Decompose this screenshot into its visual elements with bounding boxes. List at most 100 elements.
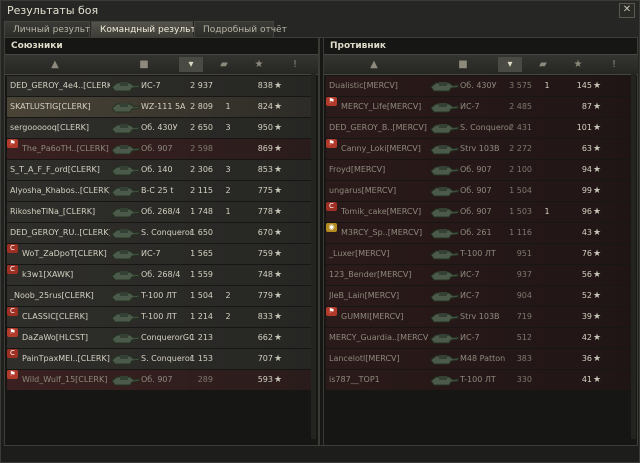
kills-value	[540, 139, 554, 159]
kills-value	[540, 181, 554, 201]
tank-name: Об. 268/4	[141, 270, 181, 279]
table-row[interactable]: S_T_A_F_F_ord[CLERK] Об. 140 2 306 3 853 ★	[7, 160, 316, 180]
enemies-panel: Противник ▲ ■ ▾ ▰ ★ ! Dualistic[MERCV] Об…	[323, 38, 638, 445]
xp-star-icon[interactable]: ★	[566, 57, 590, 72]
kills-value: 2	[225, 291, 231, 300]
tank-name: T-100 ЛТ	[460, 375, 496, 384]
table-row[interactable]: Froyd[MERCV] Об. 907 2 100 94 ★	[326, 160, 636, 180]
xp-star-icon: ★	[593, 228, 602, 238]
damage-value: 1 565	[190, 249, 213, 258]
player-name: MERCY_Guardia..[MERCV]	[329, 333, 429, 342]
damage-icon[interactable]: ▾	[179, 57, 203, 72]
xp-star-icon[interactable]: ★	[247, 57, 271, 72]
xp-star-icon: ★	[274, 312, 283, 322]
tank-icon	[429, 350, 459, 368]
table-row[interactable]: DED_GEROY_RU..[CLERK] S. Conqueror 1 650 67…	[7, 223, 316, 243]
table-row[interactable]: Canny_Loki[MERCV] ⚑ Strv 103B 2 272 63 ★	[326, 139, 636, 159]
kills-icon[interactable]: ▰	[531, 57, 555, 72]
player-icon[interactable]: ▲	[43, 57, 67, 72]
table-row[interactable]: MERCY_Guardia..[MERCV] ИС-7 512 42 ★	[326, 328, 636, 348]
damage-value: 1 559	[190, 270, 213, 279]
table-row[interactable]: DED_GEROY_4e4..[CLERK] ИС-7 2 937 838 ★	[7, 76, 316, 96]
xp-value: 778	[257, 207, 273, 216]
player-icon[interactable]: ▲	[362, 57, 386, 72]
table-row[interactable]: Dualistic[MERCV] Об. 430У 3 575 1 145 ★	[326, 76, 636, 96]
table-row[interactable]: RikosheTiNa_[CLERK] Об. 268/4 1 748 1 778 ★	[7, 202, 316, 222]
status-icon[interactable]: !	[285, 57, 305, 72]
kills-icon[interactable]: ▰	[212, 57, 236, 72]
table-row[interactable]: PainTpaxMEI..[CLERK] C S. Conqueror 1 153 70…	[7, 349, 316, 369]
player-name: DaZaWo[HLCST]	[22, 333, 89, 342]
player-name: DED_GEROY_B..[MERCV]	[329, 123, 427, 132]
player-name: RikosheTiNa_[CLERK]	[10, 207, 96, 216]
table-row[interactable]: WoT_ZaDpoT[CLERK] C ИС-7 1 565 759 ★	[7, 244, 316, 264]
tank-icon[interactable]: ■	[452, 57, 474, 72]
table-row[interactable]: The_Ра6оТН..[CLERK] ⚑ Об. 907 2 598 869 ★	[7, 139, 316, 159]
table-row[interactable]: Wild_Wulf_15[CLERK] ⚑ Об. 907 289 593 ★	[7, 370, 316, 390]
xp-star-icon: ★	[274, 270, 283, 280]
tank-icon	[429, 98, 459, 116]
damage-value: 719	[516, 312, 532, 321]
table-row[interactable]: GUMMI[MERCV] ⚑ Strv 103B 719 39 ★	[326, 307, 636, 327]
tank-name: ИС-7	[460, 102, 480, 111]
table-row[interactable]: DaZaWo[HLCST] ⚑ ConquerorGC 1 213 662 ★	[7, 328, 316, 348]
kills-value	[221, 244, 235, 264]
tank-name: ИС-7	[460, 270, 480, 279]
xp-value: 662	[257, 333, 273, 342]
xp-value: 748	[257, 270, 273, 279]
xp-value: 101	[576, 123, 592, 132]
table-row[interactable]: DED_GEROY_B..[MERCV] S. Conqueror 2 431 101…	[326, 118, 636, 138]
close-button[interactable]: ✕	[619, 3, 635, 18]
tank-icon	[429, 224, 459, 242]
table-row[interactable]: JleB_Lain[MERCV] ИС-7 904 52 ★	[326, 286, 636, 306]
table-row[interactable]: Tomik_cake[MERCV] C Об. 907 1 503 1 96 ★	[326, 202, 636, 222]
tank-name: ИС-7	[460, 291, 480, 300]
kills-value	[221, 328, 235, 348]
table-row[interactable]: 123_Bender[MERCV] ИС-7 937 56 ★	[326, 265, 636, 285]
damage-value: 2 809	[190, 102, 213, 111]
tank-name: Об. 430У	[460, 81, 497, 90]
tank-name: Об. 907	[460, 165, 492, 174]
table-row[interactable]: _Luxer[MERCV] T-100 ЛТ 951 76 ★	[326, 244, 636, 264]
table-row[interactable]: _Noob_25rus[CLERK] T-100 ЛТ 1 504 2 779 ★	[7, 286, 316, 306]
table-row[interactable]: CLASSIC[CLERK] C T-100 ЛТ 1 214 2 833 ★	[7, 307, 316, 327]
tab-team-result[interactable]: Командный результат	[91, 21, 206, 38]
table-row[interactable]: k3w1[XAWK] C Об. 268/4 1 559 748 ★	[7, 265, 316, 285]
allies-scrollbar[interactable]	[311, 74, 316, 439]
player-name: 123_Bender[MERCV]	[329, 270, 412, 279]
kills-value	[540, 286, 554, 306]
tank-name: Strv 103B	[460, 144, 500, 153]
kills-value	[540, 223, 554, 243]
damage-icon[interactable]: ▾	[498, 57, 522, 72]
tank-name: B-C 25 t	[141, 186, 174, 195]
tank-icon	[110, 266, 140, 284]
player-name: sergoooooq[CLERK]	[10, 123, 90, 132]
table-row[interactable]: M3RCY_Sp..[MERCV] ◉ Об. 261 1 116 43 ★	[326, 223, 636, 243]
enemies-title: Противник	[330, 41, 387, 51]
tank-icon	[429, 140, 459, 158]
table-row[interactable]: Lancelotl[MERCV] M48 Patton 383 36 ★	[326, 349, 636, 369]
xp-star-icon: ★	[593, 102, 602, 112]
enemies-scrollbar[interactable]	[631, 74, 636, 439]
battle-results-window: Результаты боя ✕ Личный результат Команд…	[0, 0, 640, 463]
tank-icon[interactable]: ■	[133, 57, 155, 72]
tab-personal-result[interactable]: Личный результат	[4, 21, 101, 38]
damage-value: 512	[516, 333, 532, 342]
clan-flag-icon: ⚑	[326, 139, 337, 148]
tank-icon	[110, 329, 140, 347]
tank-icon	[110, 224, 140, 242]
table-row[interactable]: sergoooooq[CLERK] Об. 430У 2 650 3 950 ★	[7, 118, 316, 138]
clan-flag-icon: ⚑	[7, 370, 18, 379]
status-icon[interactable]: !	[604, 57, 624, 72]
xp-star-icon: ★	[274, 81, 283, 91]
tank-name: Об. 907	[141, 144, 173, 153]
table-row[interactable]: is787__TOP1 T-100 ЛТ 330 41 ★	[326, 370, 636, 390]
tab-detailed-report[interactable]: Подробный отчёт	[194, 21, 287, 38]
table-row[interactable]: MERCY_Life[MERCV] ⚑ ИС-7 2 485 87 ★	[326, 97, 636, 117]
table-row[interactable]: SKATLUSTIG[CLERK] WZ-111 5A 2 809 1 824 ★	[7, 97, 316, 117]
player-name: Wild_Wulf_15[CLERK]	[22, 375, 108, 384]
table-row[interactable]: ungarus[MERCV] Об. 907 1 504 99 ★	[326, 181, 636, 201]
tank-icon	[110, 203, 140, 221]
table-row[interactable]: Alyosha_Khabos..[CLERK] B-C 25 t 2 115 2 775…	[7, 181, 316, 201]
gold-medal-icon: ◉	[326, 223, 337, 232]
